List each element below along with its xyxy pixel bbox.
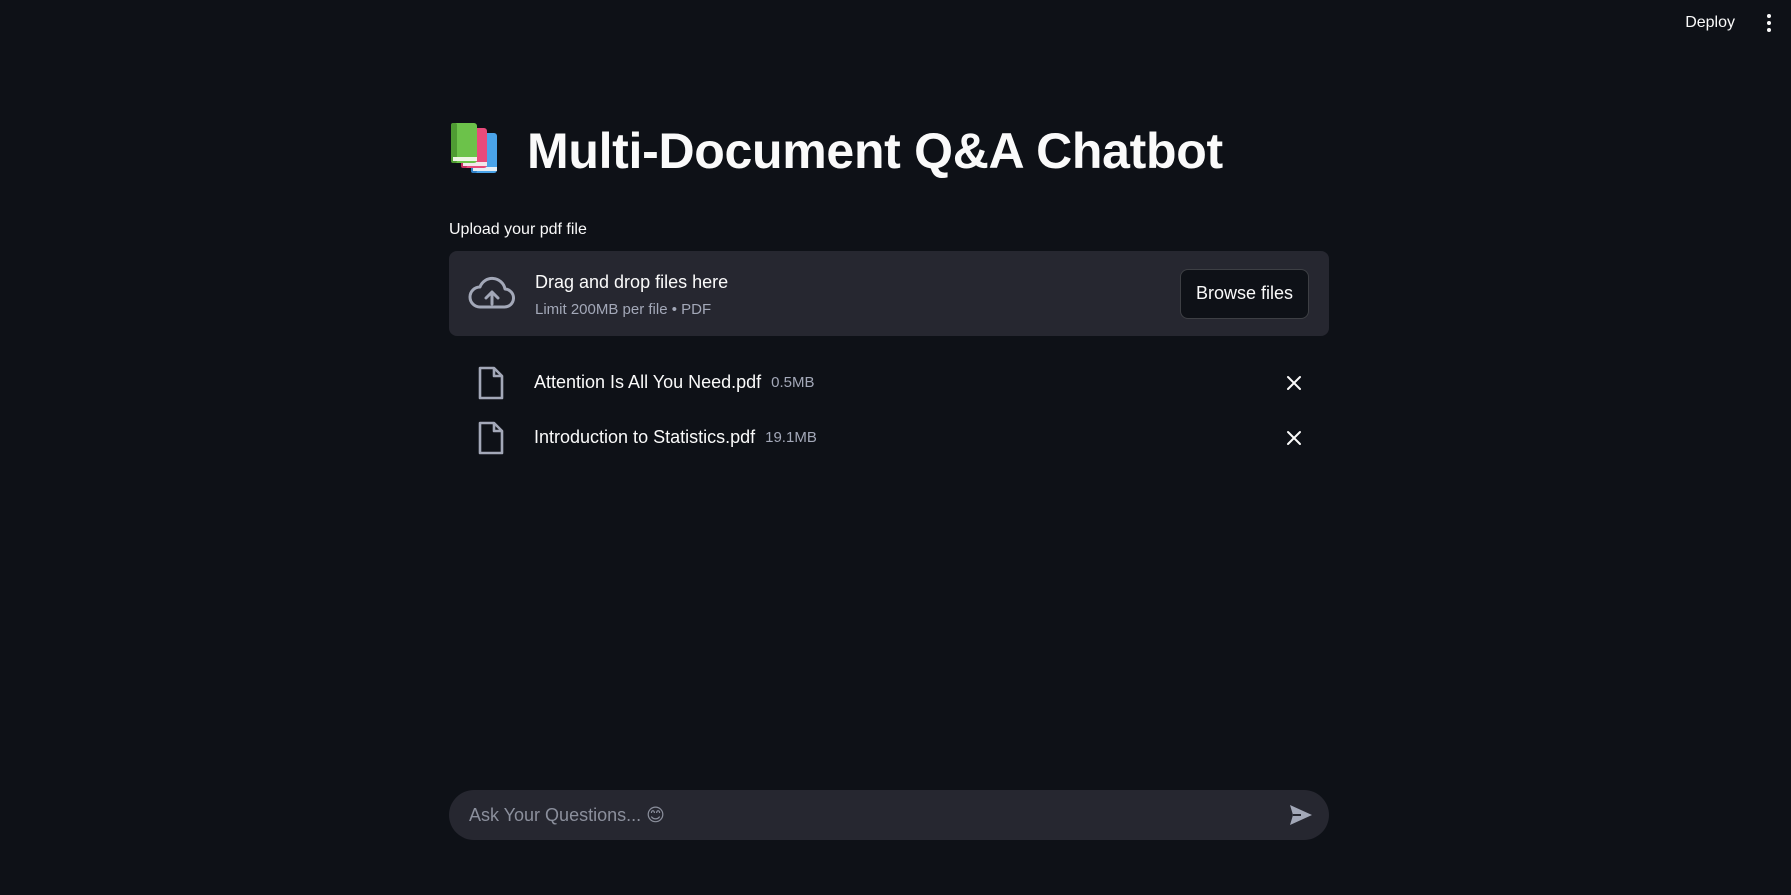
file-icon bbox=[478, 421, 504, 454]
chat-input[interactable] bbox=[449, 803, 1285, 827]
file-name: Attention Is All You Need.pdf bbox=[534, 372, 762, 392]
page-title: Multi-Document Q&A Chatbot bbox=[527, 123, 1223, 179]
dropzone-title: Drag and drop files here bbox=[535, 271, 729, 292]
cloud-upload-icon bbox=[468, 276, 515, 308]
file-name: Introduction to Statistics.pdf bbox=[534, 427, 756, 447]
dropzone-subtitle: Limit 200MB per file • PDF bbox=[535, 300, 712, 318]
close-icon bbox=[1287, 375, 1301, 390]
send-button[interactable] bbox=[1285, 799, 1317, 831]
file-item: Introduction to Statistics.pdf 19.1MB bbox=[449, 410, 1329, 465]
file-size: 0.5MB bbox=[771, 374, 815, 391]
file-item: Attention Is All You Need.pdf 0.5MB bbox=[449, 355, 1329, 410]
file-icon bbox=[478, 366, 504, 399]
kebab-menu-icon[interactable] bbox=[1757, 9, 1781, 37]
browse-files-button[interactable]: Browse files bbox=[1179, 268, 1309, 319]
chat-input-bar bbox=[449, 790, 1329, 840]
close-icon bbox=[1287, 430, 1301, 445]
uploaded-file-list: Attention Is All You Need.pdf 0.5MB Intr… bbox=[449, 355, 1329, 465]
send-icon bbox=[1290, 805, 1312, 825]
file-size: 19.1MB bbox=[765, 429, 817, 446]
remove-file-button[interactable] bbox=[1281, 425, 1307, 451]
upload-label: Upload your pdf file bbox=[449, 221, 587, 238]
deploy-button[interactable]: Deploy bbox=[1685, 10, 1735, 36]
remove-file-button[interactable] bbox=[1281, 370, 1307, 396]
top-toolbar: Deploy bbox=[1685, 0, 1791, 46]
file-dropzone[interactable]: Drag and drop files here Limit 200MB per… bbox=[449, 251, 1329, 336]
dropzone-text: Drag and drop files here Limit 200MB per… bbox=[535, 270, 1180, 318]
page-header: Multi-Document Q&A Chatbot bbox=[449, 122, 1223, 180]
app-root: Deploy Multi-Document Q&A Chatbot Upload… bbox=[0, 0, 1791, 895]
books-icon bbox=[451, 123, 497, 173]
